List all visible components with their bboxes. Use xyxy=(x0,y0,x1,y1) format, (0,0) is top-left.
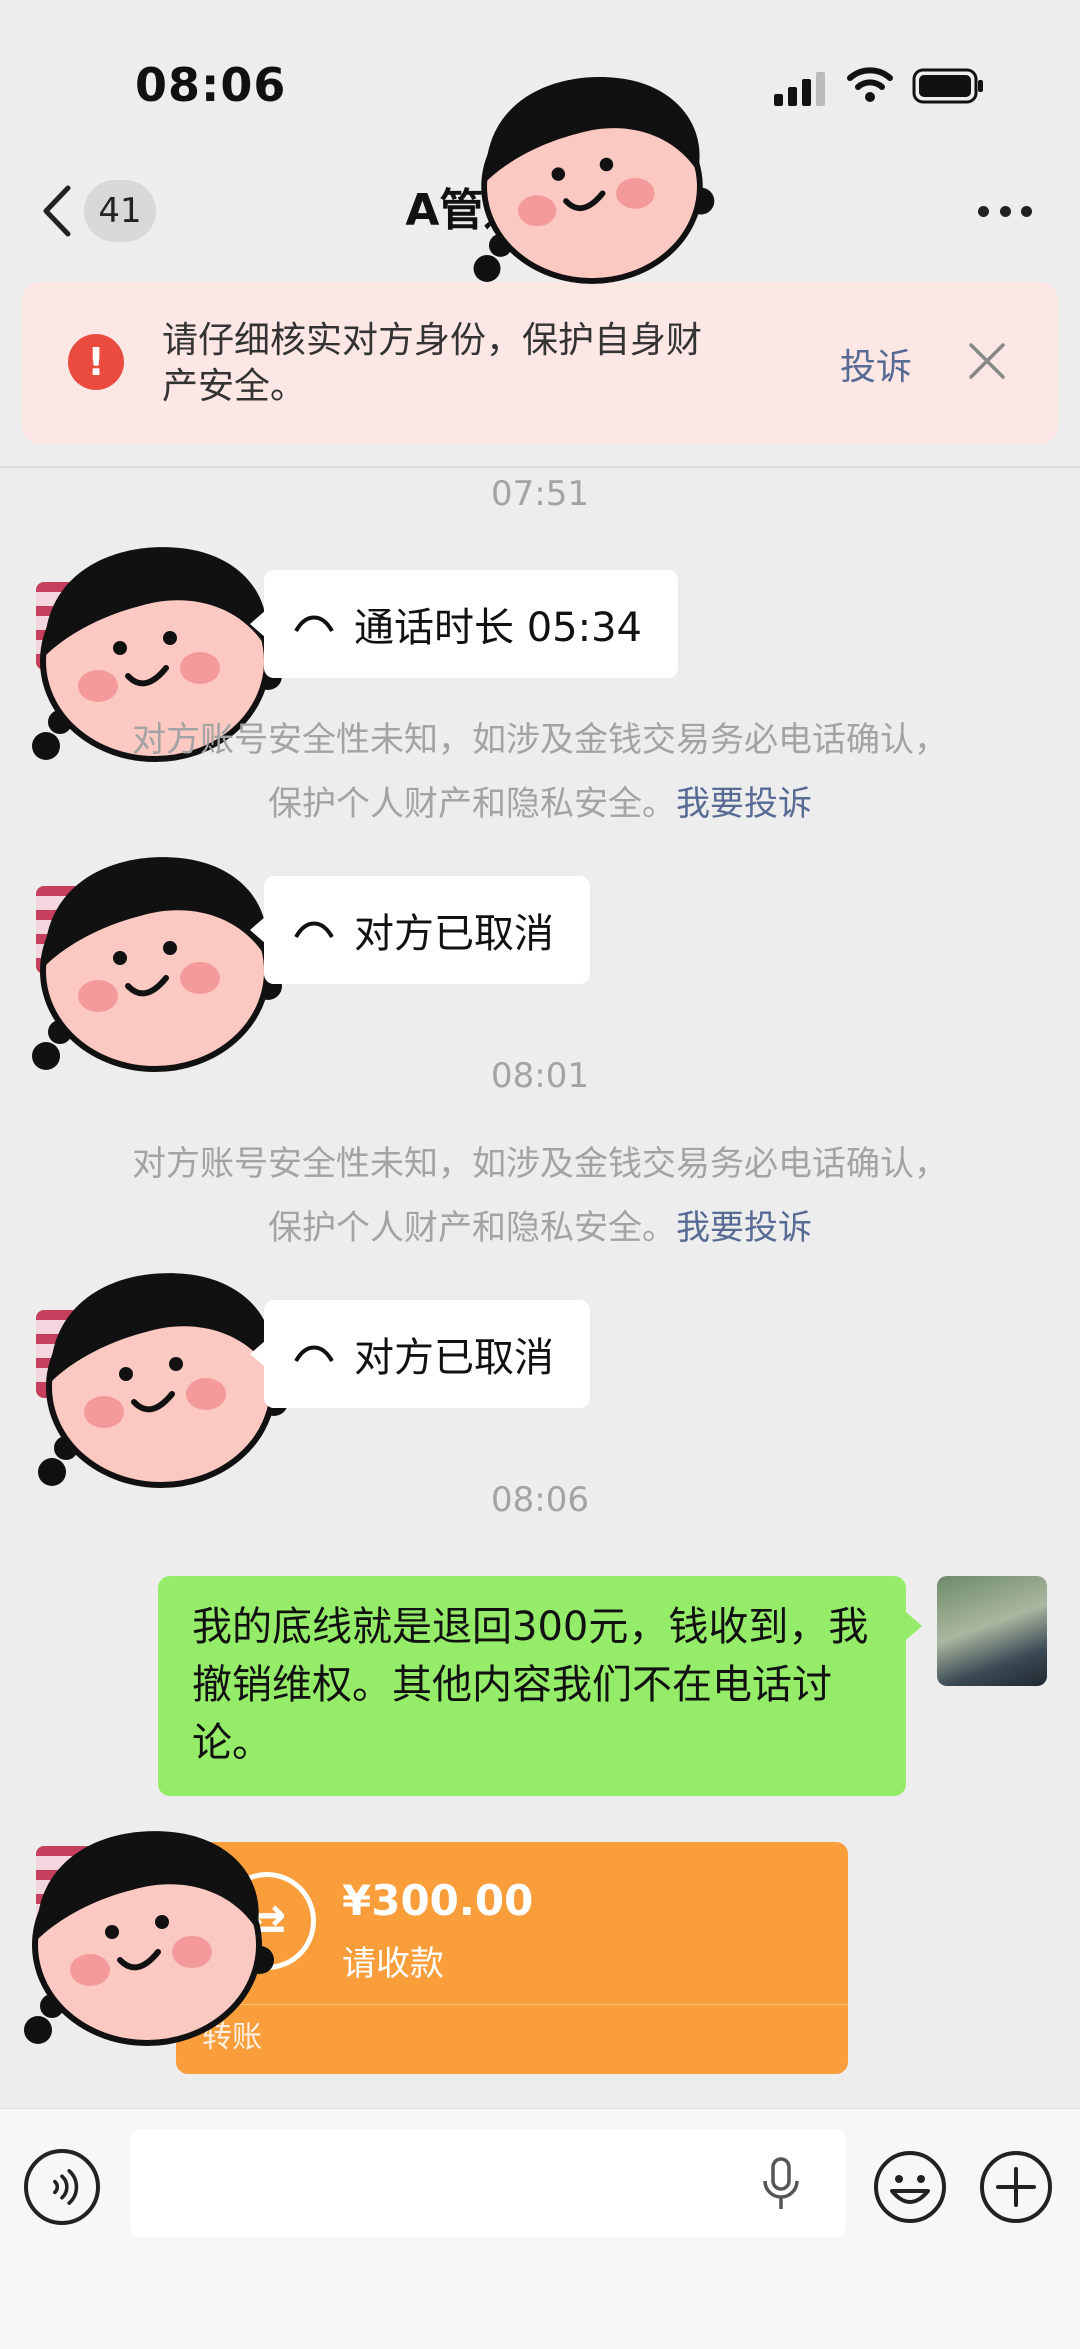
notice-line: 保护个人财产和隐私安全。 xyxy=(268,784,676,824)
cartoon-girl-sticker-icon xyxy=(32,857,282,1072)
banner-text: 请仔细核实对方身份，保护自身财产安全。 xyxy=(162,320,703,407)
report-link[interactable]: 我要投诉 xyxy=(676,1208,812,1248)
chevron-left-icon xyxy=(43,185,71,237)
timestamp: 07:51 xyxy=(491,474,589,514)
warning-icon: ! xyxy=(68,334,124,390)
microphone-icon[interactable] xyxy=(762,2157,800,2211)
call-cancelled-text: 对方已取消 xyxy=(354,911,554,957)
close-icon[interactable] xyxy=(966,340,1008,382)
dot-icon xyxy=(1021,205,1032,217)
my-message-bubble[interactable]: 我的底线就是退回300元，钱收到，我撤销维权。其他内容我们不在电话讨论。 xyxy=(158,1576,922,1796)
cellular-signal-icon xyxy=(774,72,825,106)
message-input[interactable] xyxy=(130,2129,846,2237)
dot-icon xyxy=(978,205,989,217)
timestamp: 08:01 xyxy=(491,1056,589,1096)
safety-warning-banner: ! 请仔细核实对方身份，保护自身财产安全。 投诉 xyxy=(22,282,1058,444)
dot-icon xyxy=(999,205,1011,217)
emoji-icon[interactable] xyxy=(872,2149,948,2225)
report-link[interactable]: 投诉 xyxy=(840,338,912,390)
call-cancelled-text: 对方已取消 xyxy=(354,1335,554,1381)
security-notice: 对方账号安全性未知，如涉及金钱交易务必电话确认， 保护个人财产和隐私安全。我要投… xyxy=(0,1132,1080,1260)
wifi-icon xyxy=(847,67,893,102)
notice-line: 保护个人财产和隐私安全。 xyxy=(268,1208,676,1248)
security-notice: 对方账号安全性未知，如涉及金钱交易务必电话确认， 保护个人财产和隐私安全。我要投… xyxy=(0,708,1080,836)
phone-call-icon xyxy=(294,615,334,633)
call-duration-text: 通话时长 05:34 xyxy=(354,605,642,651)
notice-line: 对方账号安全性未知，如涉及金钱交易务必电话确认， xyxy=(132,1144,948,1184)
transfer-amount: ¥300.00 xyxy=(342,1876,534,1925)
battery-icon xyxy=(912,68,983,104)
call-record-bubble[interactable]: 对方已取消 xyxy=(250,876,590,984)
add-icon[interactable] xyxy=(978,2149,1054,2225)
status-time: 08:06 xyxy=(135,58,287,112)
transfer-status: 请收款 xyxy=(342,1944,444,1984)
unread-count-badge: 41 xyxy=(84,180,156,242)
cartoon-girl-sticker-icon xyxy=(24,1831,274,2046)
voice-input-icon[interactable] xyxy=(24,2149,100,2225)
phone-call-icon xyxy=(294,1345,334,1363)
timestamp: 08:06 xyxy=(491,1480,589,1520)
phone-call-icon xyxy=(294,921,334,939)
call-record-bubble[interactable]: 对方已取消 xyxy=(250,1300,590,1408)
more-options-button[interactable] xyxy=(978,196,1032,226)
call-record-bubble[interactable]: 通话时长 05:34 xyxy=(250,570,678,678)
my-avatar[interactable] xyxy=(937,1576,1047,1686)
back-button[interactable]: 41 xyxy=(40,178,160,244)
cartoon-girl-sticker-icon xyxy=(38,1273,288,1488)
report-link[interactable]: 我要投诉 xyxy=(676,784,812,824)
cartoon-girl-sticker-icon xyxy=(473,76,715,284)
input-bar xyxy=(0,2108,1080,2349)
divider xyxy=(0,466,1080,468)
notice-line: 对方账号安全性未知，如涉及金钱交易务必电话确认， xyxy=(132,720,948,760)
